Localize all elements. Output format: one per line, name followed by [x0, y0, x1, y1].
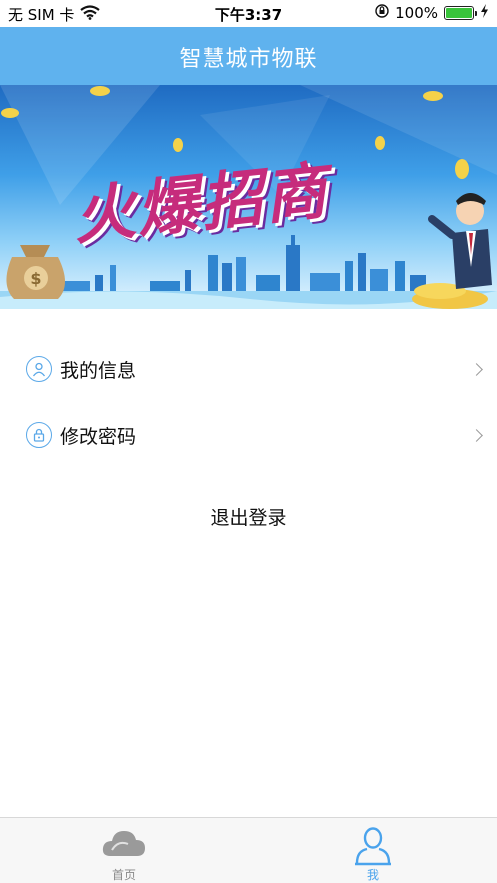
chevron-right-icon — [470, 362, 483, 376]
person-icon — [351, 826, 395, 870]
orientation-lock-icon — [375, 4, 389, 22]
tab-me-label: 我 — [366, 868, 379, 882]
promo-banner[interactable]: $ 火爆招商 — [0, 85, 497, 309]
user-icon — [26, 356, 52, 382]
battery-percent: 100% — [395, 4, 438, 22]
tab-bar: 首页 我 — [0, 817, 497, 883]
battery-icon — [444, 6, 477, 20]
lock-icon — [26, 422, 52, 448]
menu-item-label: 修改密码 — [60, 425, 137, 448]
page-title: 智慧城市物联 — [179, 47, 318, 72]
battery-level-fill — [446, 8, 472, 18]
status-bar: 无 SIM 卡 下午3:37 100% — [0, 0, 497, 27]
menu-item-my-info[interactable]: 我的信息 — [0, 336, 497, 402]
menu-item-change-password[interactable]: 修改密码 — [0, 402, 497, 468]
tab-home[interactable]: 首页 — [0, 818, 248, 883]
status-right: 100% — [375, 4, 489, 22]
menu-item-label: 我的信息 — [60, 359, 137, 382]
tab-me[interactable]: 我 — [249, 818, 497, 883]
cloud-icon — [102, 826, 146, 864]
logout-button[interactable]: 退出登录 — [0, 503, 497, 530]
profile-menu: 我的信息 修改密码 — [0, 336, 497, 468]
nav-bar: 智慧城市物联 — [0, 27, 497, 85]
battery-tip — [475, 11, 477, 16]
tab-home-label: 首页 — [111, 868, 136, 882]
charging-icon — [480, 4, 489, 22]
chevron-right-icon — [470, 428, 483, 442]
svg-text:$: $ — [30, 269, 41, 288]
